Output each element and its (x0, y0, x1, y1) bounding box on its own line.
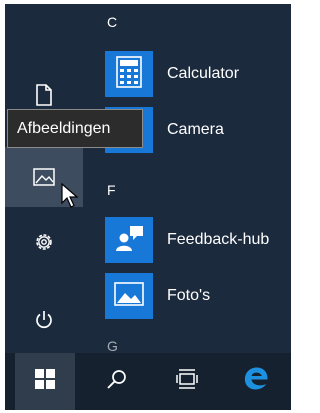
app-label: Foto's (167, 287, 211, 304)
section-letter-g[interactable]: G (107, 338, 118, 354)
app-label: Calculator (167, 65, 240, 82)
section-letter-f[interactable]: F (107, 182, 116, 198)
rail-power-button[interactable] (5, 296, 83, 344)
pictures-icon (32, 167, 56, 187)
feedback-hub-tile (105, 217, 153, 263)
app-label: Feedback-hub (167, 231, 270, 248)
search-icon (106, 368, 128, 395)
task-view-icon (175, 368, 199, 395)
app-feedback-hub[interactable]: Feedback-hub (105, 217, 291, 263)
start-menu: Afbeeldingen C Calculator Camera F Feedb… (5, 4, 291, 410)
start-button[interactable] (15, 353, 75, 410)
app-label: Camera (167, 121, 224, 138)
edge-icon (241, 364, 271, 399)
photos-icon (114, 281, 144, 311)
calculator-tile (105, 51, 153, 97)
gear-icon (33, 231, 55, 253)
photos-tile (105, 273, 153, 319)
tooltip: Afbeeldingen (7, 109, 143, 148)
power-icon (33, 309, 55, 331)
search-button[interactable] (89, 353, 144, 410)
app-photos[interactable]: Foto's (105, 273, 291, 319)
mouse-cursor-icon (61, 182, 81, 214)
windows-logo-icon (35, 369, 55, 394)
feedback-hub-icon (113, 223, 145, 258)
edge-button[interactable] (228, 353, 283, 410)
task-view-button[interactable] (159, 353, 214, 410)
app-calculator[interactable]: Calculator (105, 51, 291, 97)
section-letter-c[interactable]: C (107, 14, 117, 30)
document-icon (34, 83, 54, 107)
rail-settings-button[interactable] (5, 218, 83, 266)
calculator-icon (116, 55, 142, 93)
start-rail (5, 4, 83, 353)
taskbar (5, 353, 291, 410)
